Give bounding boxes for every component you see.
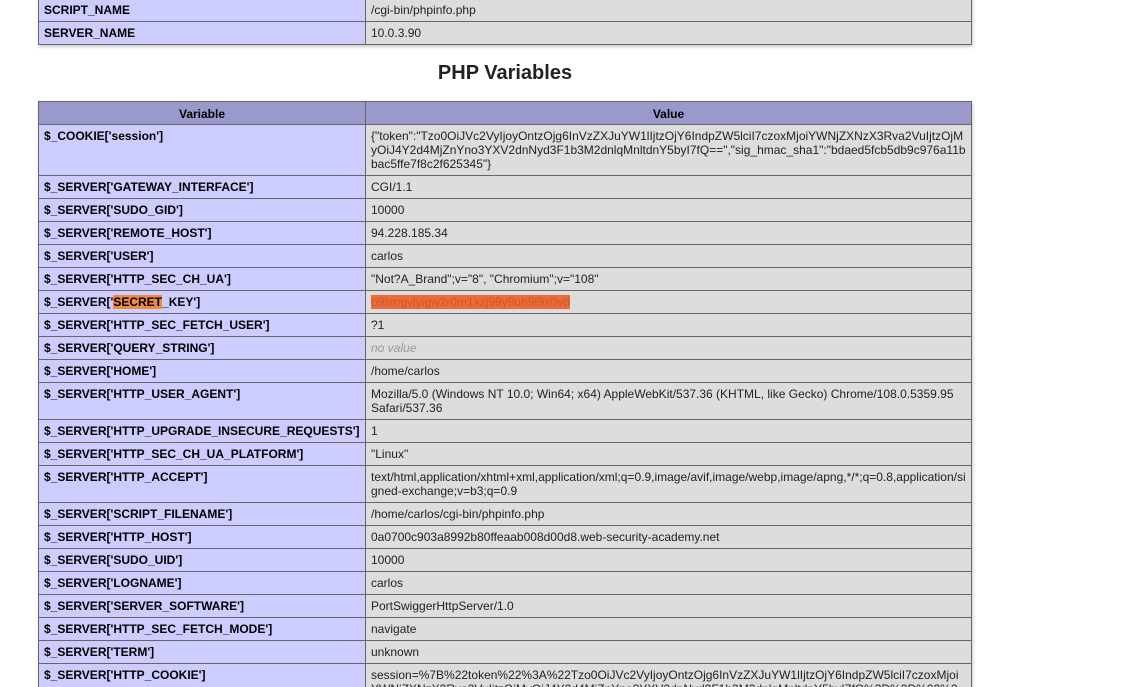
row-key: SERVER_NAME [38, 21, 366, 45]
variable-value: /home/carlos/cgi-bin/phpinfo.php [365, 502, 972, 526]
variable-value: carlos [365, 244, 972, 268]
variable-name: $_SERVER['GATEWAY_INTERFACE'] [38, 175, 366, 199]
table-row: $_SERVER['USER'] carlos [38, 244, 972, 268]
table-row: $_SERVER['HTTP_ACCEPT'] text/html,applica… [38, 465, 972, 503]
secret-value-highlight: o9smgvlyigw2r0m1xzj99y9uh9t9x0vd [371, 295, 570, 309]
table-row: SERVER_NAME 10.0.3.90 [38, 21, 972, 45]
variable-value: {"token":"Tzo0OiJVc2VyIjoyOntzOjg6InVzZX… [365, 124, 972, 176]
table-row: SCRIPT_NAME/cgi-bin/phpinfo.php [38, 0, 972, 22]
variable-name: $_COOKIE['session'] [38, 124, 366, 176]
table-row: $_SERVER['HTTP_UPGRADE_INSECURE_REQUESTS… [38, 419, 972, 443]
variable-value: o9smgvlyigw2r0m1xzj99y9uh9t9x0vd [365, 290, 972, 314]
table-row: $_SERVER['SUDO_GID'] 10000 [38, 198, 972, 222]
table-row: $_SERVER['HTTP_SEC_FETCH_MODE'] navigate [38, 617, 972, 641]
table-row: $_SERVER['REMOTE_HOST'] 94.228.185.34 [38, 221, 972, 245]
table-row: $_SERVER['SUDO_UID'] 10000 [38, 548, 972, 572]
variable-value: "Linux" [365, 442, 972, 466]
variable-name: $_SERVER['SUDO_GID'] [38, 198, 366, 222]
value-column-header: Value [365, 101, 972, 125]
table-row: $_SERVER['SERVER_SOFTWARE'] PortSwiggerHt… [38, 594, 972, 618]
table-row: $_SERVER['TERM'] unknown [38, 640, 972, 664]
table-row: $_SERVER['QUERY_STRING'] no value [38, 336, 972, 360]
variable-value: no value [365, 336, 972, 360]
variable-name: $_SERVER['HTTP_USER_AGENT'] [38, 382, 366, 420]
variable-value: navigate [365, 617, 972, 641]
variable-name: $_SERVER['HTTP_UPGRADE_INSECURE_REQUESTS… [38, 419, 366, 443]
variable-value: text/html,application/xhtml+xml,applicat… [365, 465, 972, 503]
search-highlight: SECRET [113, 295, 163, 309]
variable-name: $_SERVER['HOME'] [38, 359, 366, 383]
variable-name-suffix: _KEY'] [162, 295, 201, 309]
no-value-text: no value [371, 341, 417, 355]
variable-column-header: Variable [38, 101, 366, 125]
variable-name: $_SERVER['HTTP_SEC_CH_UA'] [38, 267, 366, 291]
variable-value: /home/carlos [365, 359, 972, 383]
table-row: $_SERVER['HTTP_HOST'] 0a0700c903a8992b80f… [38, 525, 972, 549]
server-info-table: SCRIPT_NAME/cgi-bin/phpinfo.php SERVER_NA… [38, 0, 972, 45]
variable-name: $_SERVER['HTTP_COOKIE'] [38, 663, 366, 687]
variable-value: Mozilla/5.0 (Windows NT 10.0; Win64; x64… [365, 382, 972, 420]
table-row: $_SERVER['HTTP_SEC_FETCH_USER'] ?1 [38, 313, 972, 337]
table-row: $_SERVER['HTTP_SEC_CH_UA'] "Not?A_Brand";… [38, 267, 972, 291]
variable-value: ?1 [365, 313, 972, 337]
section-title: PHP Variables [437, 62, 573, 84]
phpinfo-page: SCRIPT_NAME/cgi-bin/phpinfo.php SERVER_NA… [38, 0, 972, 687]
variable-value: 0a0700c903a8992b80ffeaab008d00d8.web-sec… [365, 525, 972, 549]
row-value: /cgi-bin/phpinfo.php [365, 0, 972, 22]
variable-value: session=%7B%22token%22%3A%22Tzo0OiJVc2Vy… [365, 663, 972, 687]
variable-value: 10000 [365, 548, 972, 572]
variable-name: $_SERVER['LOGNAME'] [38, 571, 366, 595]
variable-name-prefix: $_SERVER[' [44, 295, 114, 309]
table-row: $_SERVER['HTTP_USER_AGENT'] Mozilla/5.0 (… [38, 382, 972, 420]
variable-name: $_SERVER['HTTP_SEC_FETCH_USER'] [38, 313, 366, 337]
variable-value: CGI/1.1 [365, 175, 972, 199]
variable-name: $_SERVER['REMOTE_HOST'] [38, 221, 366, 245]
variable-name: $_SERVER['HTTP_SEC_FETCH_MODE'] [38, 617, 366, 641]
variable-value: "Not?A_Brand";v="8", "Chromium";v="108" [365, 267, 972, 291]
variable-value: 94.228.185.34 [365, 221, 972, 245]
table-header-row: Variable Value [38, 101, 972, 125]
row-value: 10.0.3.90 [365, 21, 972, 45]
variable-name: $_SERVER['QUERY_STRING'] [38, 336, 366, 360]
variable-name: $_SERVER['TERM'] [38, 640, 366, 664]
table-row: $_SERVER['HTTP_COOKIE'] session=%7B%22tok… [38, 663, 972, 687]
variable-name: $_SERVER['HTTP_ACCEPT'] [38, 465, 366, 503]
table-row: $_SERVER['GATEWAY_INTERFACE'] CGI/1.1 [38, 175, 972, 199]
table-row: $_SERVER['HTTP_SEC_CH_UA_PLATFORM'] "Linu… [38, 442, 972, 466]
variable-name: $_SERVER['USER'] [38, 244, 366, 268]
table-row: $_SERVER['LOGNAME'] carlos [38, 571, 972, 595]
variable-value: carlos [365, 571, 972, 595]
table-row: $_SERVER['SECRET_KEY'] o9smgvlyigw2r0m1xz… [38, 290, 972, 314]
php-variables-table: Variable Value $_COOKIE['session'] {"toke… [38, 101, 972, 687]
variable-value: unknown [365, 640, 972, 664]
table-row: $_SERVER['SCRIPT_FILENAME']/home/carlos/… [38, 502, 972, 526]
variable-name: $_SERVER['HTTP_SEC_CH_UA_PLATFORM'] [38, 442, 366, 466]
row-key: SCRIPT_NAME [38, 0, 366, 22]
table-row: $_SERVER['HOME']/home/carlos [38, 359, 972, 383]
variable-name: $_SERVER['SUDO_UID'] [38, 548, 366, 572]
variable-value: 10000 [365, 198, 972, 222]
variable-name: $_SERVER['HTTP_HOST'] [38, 525, 366, 549]
variable-value: 1 [365, 419, 972, 443]
variable-name: $_SERVER['SERVER_SOFTWARE'] [38, 594, 366, 618]
variable-name: $_SERVER['SCRIPT_FILENAME'] [38, 502, 366, 526]
table-row: $_COOKIE['session'] {"token":"Tzo0OiJVc2V… [38, 124, 972, 176]
variable-value: PortSwiggerHttpServer/1.0 [365, 594, 972, 618]
variable-name: $_SERVER['SECRET_KEY'] [38, 290, 366, 314]
